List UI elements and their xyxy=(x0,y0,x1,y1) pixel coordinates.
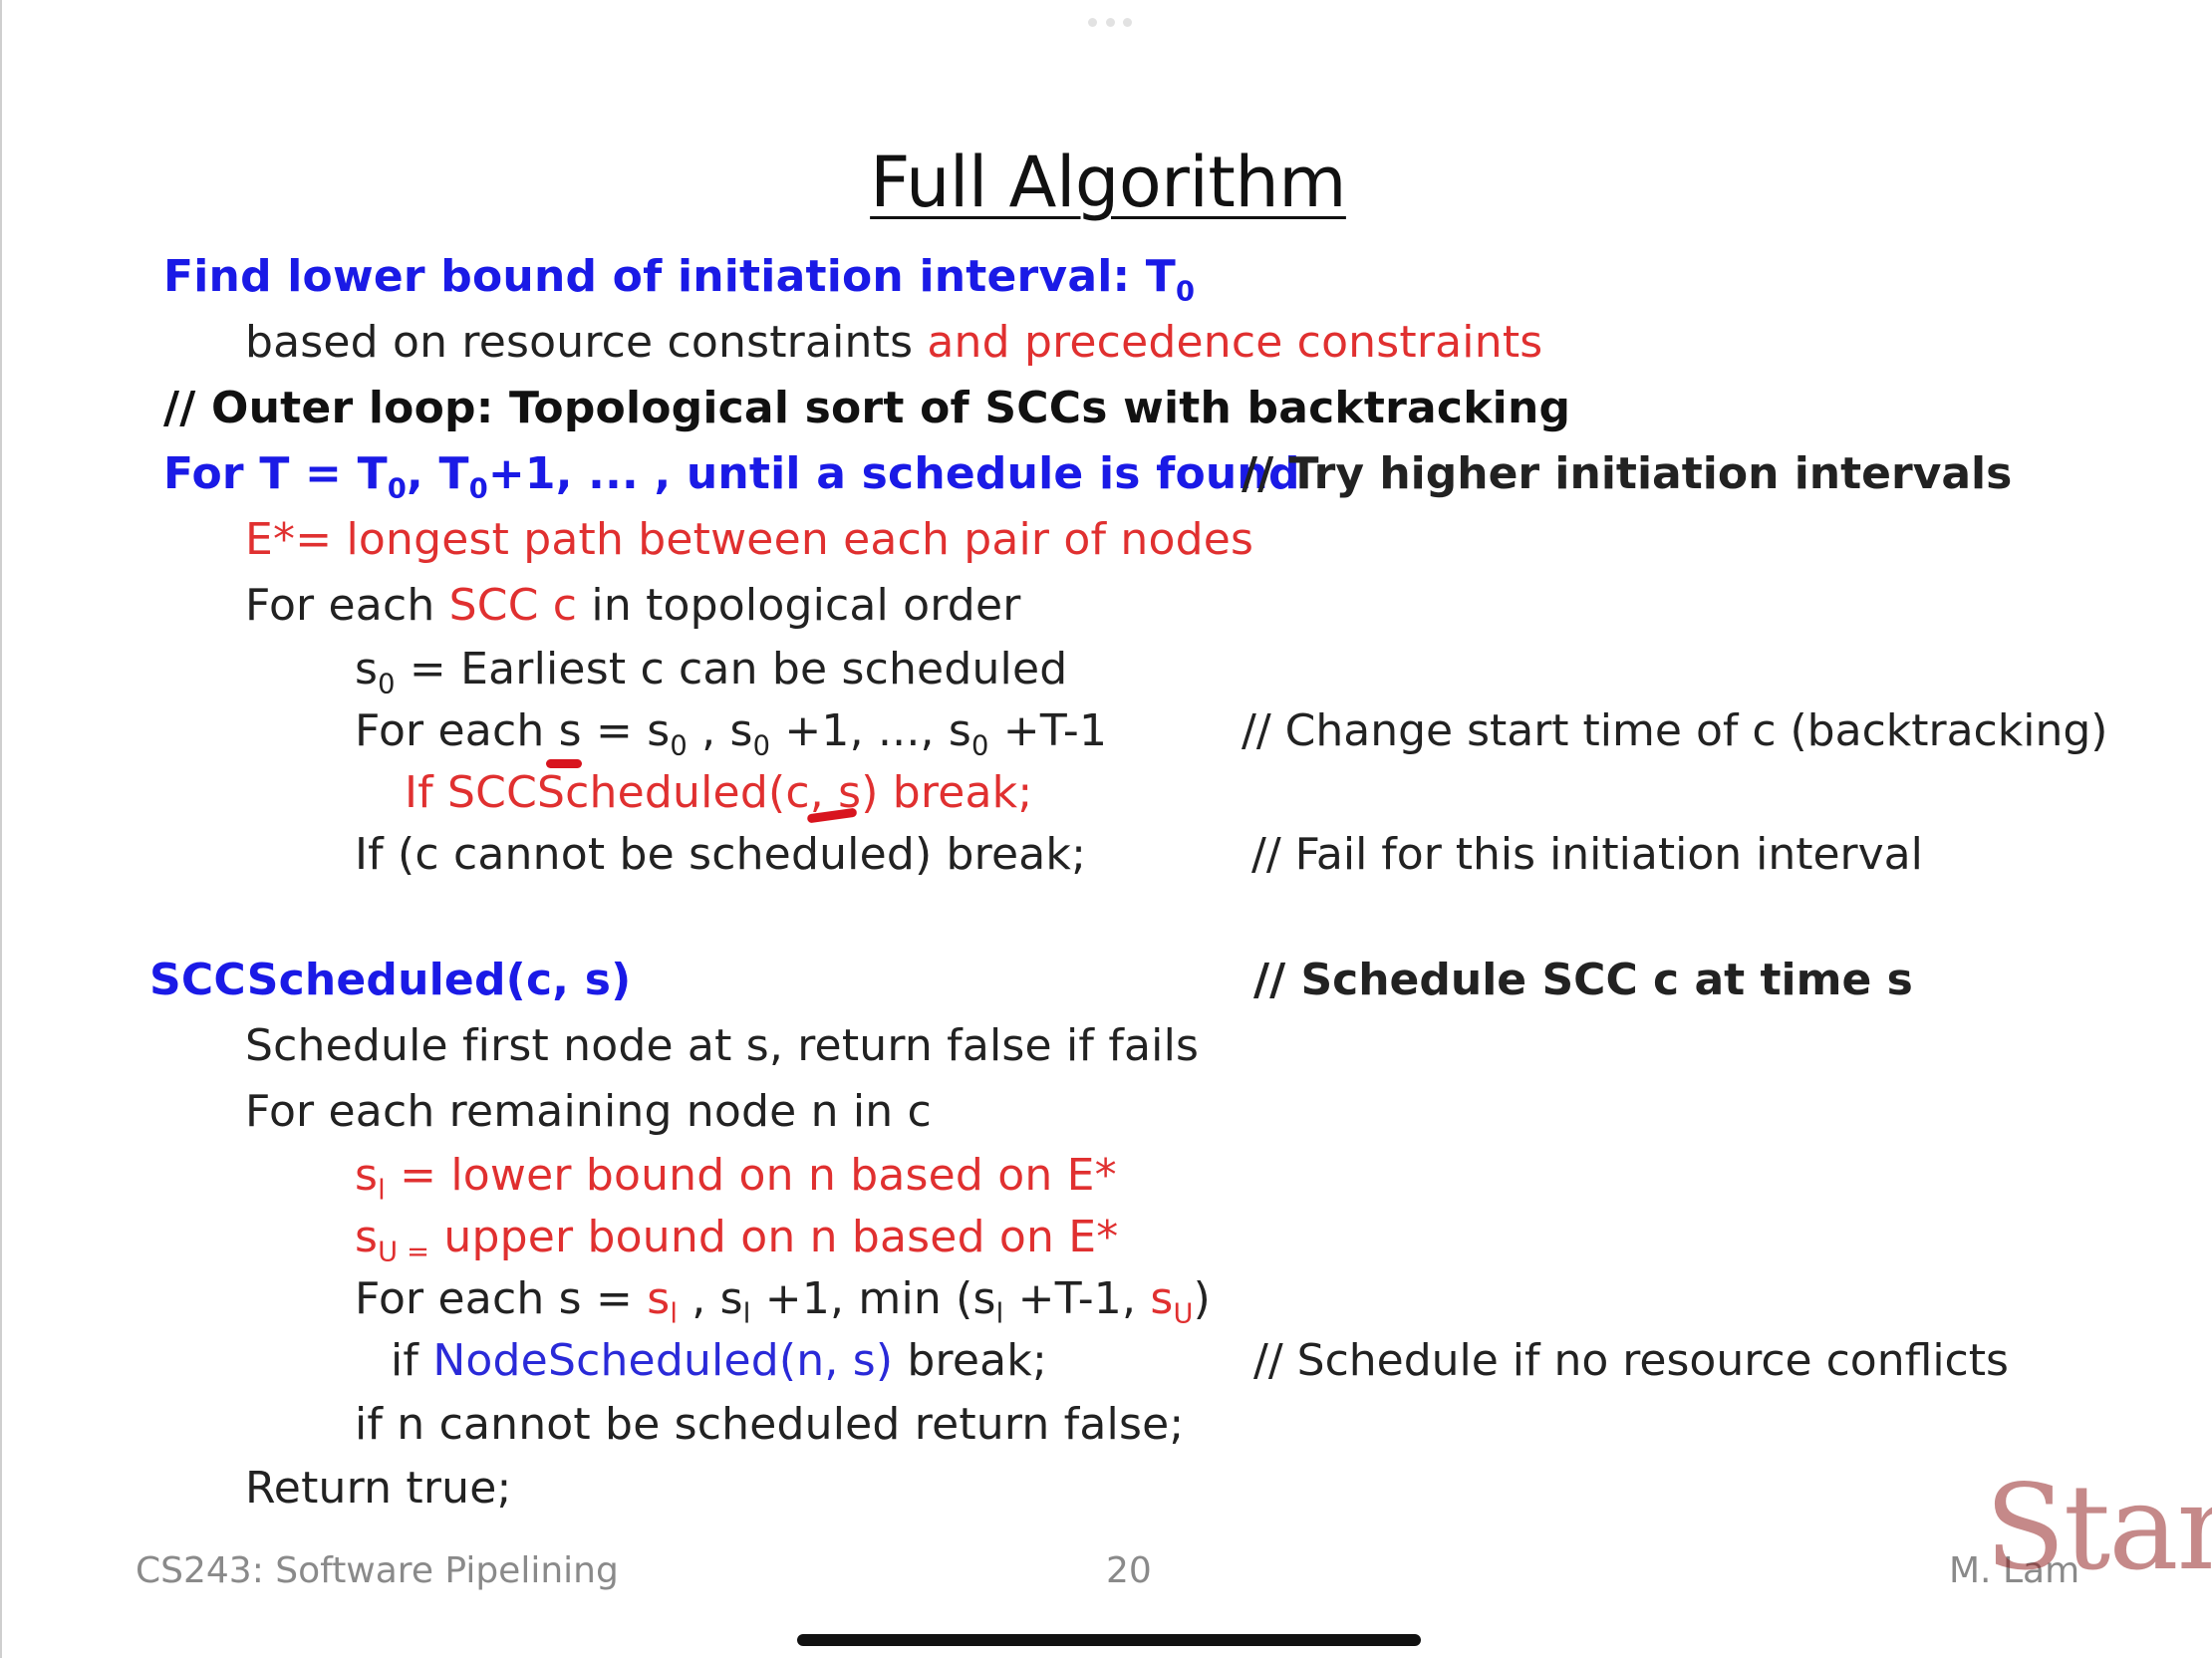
lower-bound-text: = lower bound on n based on E* xyxy=(385,1150,1117,1201)
schedule-scc-comment: // Schedule SCC c at time s xyxy=(1253,955,1913,1005)
return-false-line: if n cannot be scheduled return false; xyxy=(355,1399,1185,1450)
earliest-line: s0 = Earliest c can be scheduled xyxy=(355,644,1068,698)
try-higher-comment: // Try higher initiation intervals xyxy=(1242,448,2013,499)
subscript: 0 xyxy=(752,730,771,762)
var-su: sU xyxy=(1150,1273,1193,1328)
precedence-constraints-text: and precedence constraints xyxy=(927,317,1543,368)
footer-course: CS243: Software Pipelining xyxy=(136,1550,619,1591)
for-each-s-text: +1, ..., s xyxy=(770,705,972,756)
subscript: l xyxy=(670,1298,679,1330)
subscript: U xyxy=(1173,1298,1194,1330)
subscript: 0 xyxy=(670,730,688,762)
resource-constraints-text: based on resource constraints xyxy=(245,317,928,368)
backtracking-comment: // Change start time of c (backtracking) xyxy=(1242,705,2108,756)
for-t-loop: For T = T0, T0+1, ... , until a schedule… xyxy=(163,448,1300,503)
for-each-text: For each s = xyxy=(355,1273,648,1324)
for-each-s-range-line: For each s = sl , sl +1, min (sl +T-1, s… xyxy=(355,1273,1212,1328)
subscript: 0 xyxy=(378,669,396,700)
resource-conflicts-comment: // Schedule if no resource conflicts xyxy=(1253,1335,2009,1386)
node-scheduled-call: NodeScheduled(n, s) xyxy=(432,1335,894,1386)
var-s: s xyxy=(355,1212,379,1262)
scc-c-text: SCC c xyxy=(448,580,578,631)
subscript: 0 xyxy=(468,473,488,505)
step-lower-bound: Find lower bound of initiation interval:… xyxy=(163,251,1195,306)
var-s: s xyxy=(1150,1273,1174,1324)
outer-loop-comment: // Outer loop: Topological sort of SCCs … xyxy=(163,383,1571,433)
more-dots-icon[interactable] xyxy=(1088,18,1132,28)
subscript: U = xyxy=(378,1237,430,1268)
subscript: 0 xyxy=(387,473,408,505)
return-true-line: Return true; xyxy=(245,1463,512,1514)
var-sl: sl xyxy=(647,1273,678,1328)
range-text: , s xyxy=(678,1273,743,1324)
schedule-first-node-line: Schedule first node at s, return false i… xyxy=(245,1020,1200,1071)
var-s: s xyxy=(355,1150,379,1201)
subscript: l xyxy=(378,1175,386,1207)
range-text: +T-1, xyxy=(1003,1273,1151,1324)
var-s: s xyxy=(647,1273,671,1324)
for-each-text: For each xyxy=(245,580,449,631)
subscript: 0 xyxy=(971,730,989,762)
slide-title: Full Algorithm xyxy=(870,141,1346,223)
for-t-text: +1, ... , until a schedule is found xyxy=(487,448,1300,499)
lower-bound-line: sl = lower bound on n based on E* xyxy=(355,1150,1117,1205)
topological-text: in topological order xyxy=(577,580,1021,631)
for-t-text: For T = T xyxy=(163,448,388,499)
range-text: ) xyxy=(1193,1273,1212,1324)
earliest-text: = Earliest c can be scheduled xyxy=(395,644,1068,694)
for-each-remaining-line: For each remaining node n in c xyxy=(245,1086,932,1137)
upper-bound-text: upper bound on n based on E* xyxy=(429,1212,1119,1262)
longest-path-line: E*= longest path between each pair of no… xyxy=(245,514,1254,565)
range-text: +1, min (s xyxy=(750,1273,996,1324)
for-t-text: , T xyxy=(407,448,469,499)
step-lower-bound-text: Find lower bound of initiation interval:… xyxy=(163,251,1177,302)
stanford-logo: Stan xyxy=(1985,1459,2212,1596)
scc-scheduled-heading: SCCScheduled(c, s) xyxy=(149,955,632,1005)
scc-scheduled-call-line: If SCCScheduled(c, s) break; xyxy=(405,767,1033,818)
var-s: s xyxy=(355,644,379,694)
constraints-line: based on resource constraints and preced… xyxy=(245,317,1542,368)
for-each-s-line: For each s = s0 , s0 +1, ..., s0 +T-1 xyxy=(355,705,1108,760)
footer-page-number: 20 xyxy=(1106,1550,1152,1591)
subscript: 0 xyxy=(1176,276,1196,308)
for-each-s-text: +T-1 xyxy=(988,705,1108,756)
for-each-scc-line: For each SCC c in topological order xyxy=(245,580,1021,631)
upper-bound-line: sU = upper bound on n based on E* xyxy=(355,1212,1119,1266)
slide: Full Algorithm Find lower bound of initi… xyxy=(0,0,2212,1658)
break-text: break; xyxy=(893,1335,1047,1386)
home-indicator-bar[interactable] xyxy=(797,1634,1421,1646)
subscript: l xyxy=(742,1298,751,1330)
cannot-schedule-line: If (c cannot be scheduled) break; xyxy=(355,829,1087,880)
node-scheduled-line: if NodeScheduled(n, s) break; xyxy=(391,1335,1047,1386)
fail-comment: // Fail for this initiation interval xyxy=(1251,829,1923,880)
if-text: if xyxy=(391,1335,433,1386)
for-each-s-text: , s xyxy=(687,705,753,756)
for-each-s-text: For each s = s xyxy=(355,705,671,756)
